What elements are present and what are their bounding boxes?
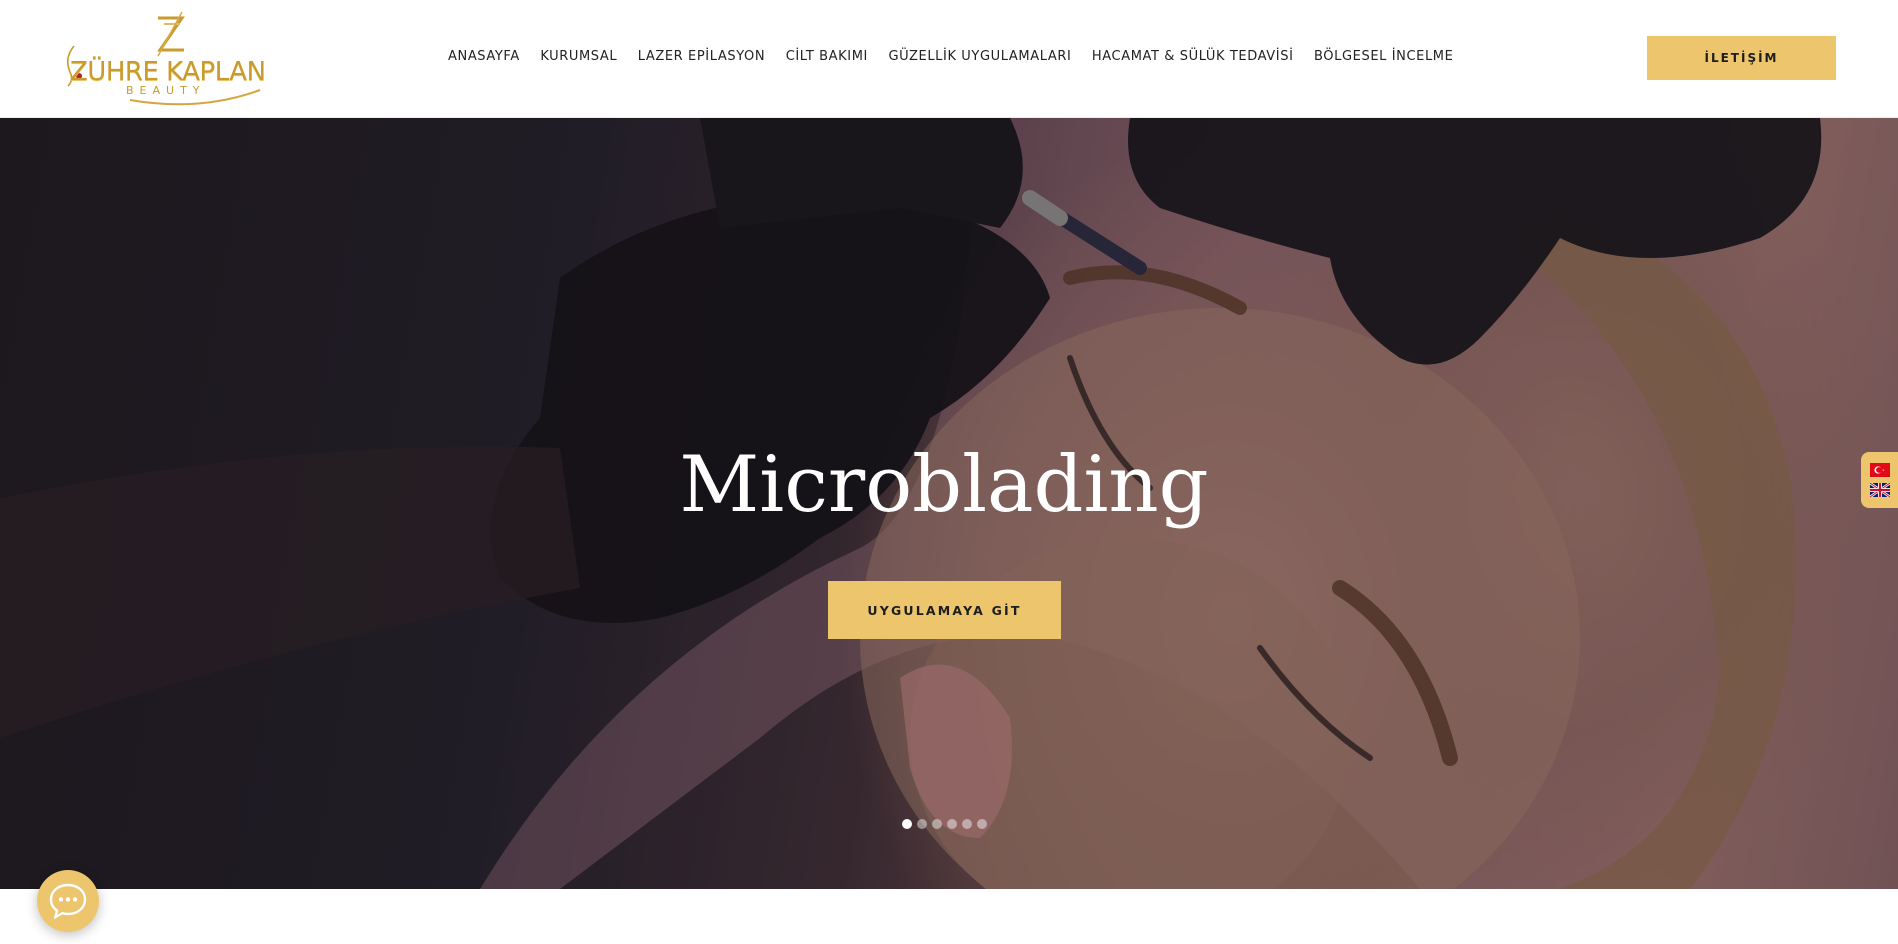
nav-item-anasayfa[interactable]: ANASAYFA [448, 47, 520, 69]
slider-pagination [902, 819, 987, 829]
contact-button[interactable]: İLETİŞİM [1647, 36, 1836, 80]
brand-logo[interactable]: ZÜHRE KAPLAN BEAUTY [60, 10, 270, 108]
slider-dot-4[interactable] [947, 819, 957, 829]
main-nav: ANASAYFA KURUMSAL LAZER EPİLASYON CİLT B… [448, 47, 1453, 69]
brand-name: ZÜHRE KAPLAN [70, 57, 266, 87]
nav-item-hacamat-suluk[interactable]: HACAMAT & SÜLÜK TEDAVİSİ [1092, 47, 1294, 69]
site-header: ZÜHRE KAPLAN BEAUTY ANASAYFA KURUMSAL LA… [0, 0, 1898, 118]
slider-dot-1[interactable] [902, 819, 912, 829]
brand-tagline: BEAUTY [126, 84, 206, 97]
slider-dot-3[interactable] [932, 819, 942, 829]
hero-cta-button[interactable]: UYGULAMAYA GİT [828, 581, 1061, 639]
uk-flag-icon[interactable] [1869, 483, 1890, 497]
nav-item-kurumsal[interactable]: KURUMSAL [540, 47, 617, 69]
language-switcher [1861, 452, 1898, 508]
tr-flag-icon[interactable] [1869, 463, 1890, 477]
chat-bubble-icon [49, 883, 87, 920]
nav-item-lazer-epilasyon[interactable]: LAZER EPİLASYON [638, 47, 765, 69]
nav-item-guzellik-uygulamalari[interactable]: GÜZELLİK UYGULAMALARI [888, 47, 1071, 69]
slider-dot-6[interactable] [977, 819, 987, 829]
chat-widget-button[interactable] [37, 870, 99, 932]
slider-dot-2[interactable] [917, 819, 927, 829]
hero-title: Microblading [679, 440, 1209, 530]
nav-item-cilt-bakimi[interactable]: CİLT BAKIMI [786, 47, 868, 69]
slider-dot-5[interactable] [962, 819, 972, 829]
nav-item-bolgesel-incelme[interactable]: BÖLGESEL İNCELME [1314, 47, 1453, 69]
hero-slider: Microblading UYGULAMAYA GİT [0, 118, 1898, 889]
